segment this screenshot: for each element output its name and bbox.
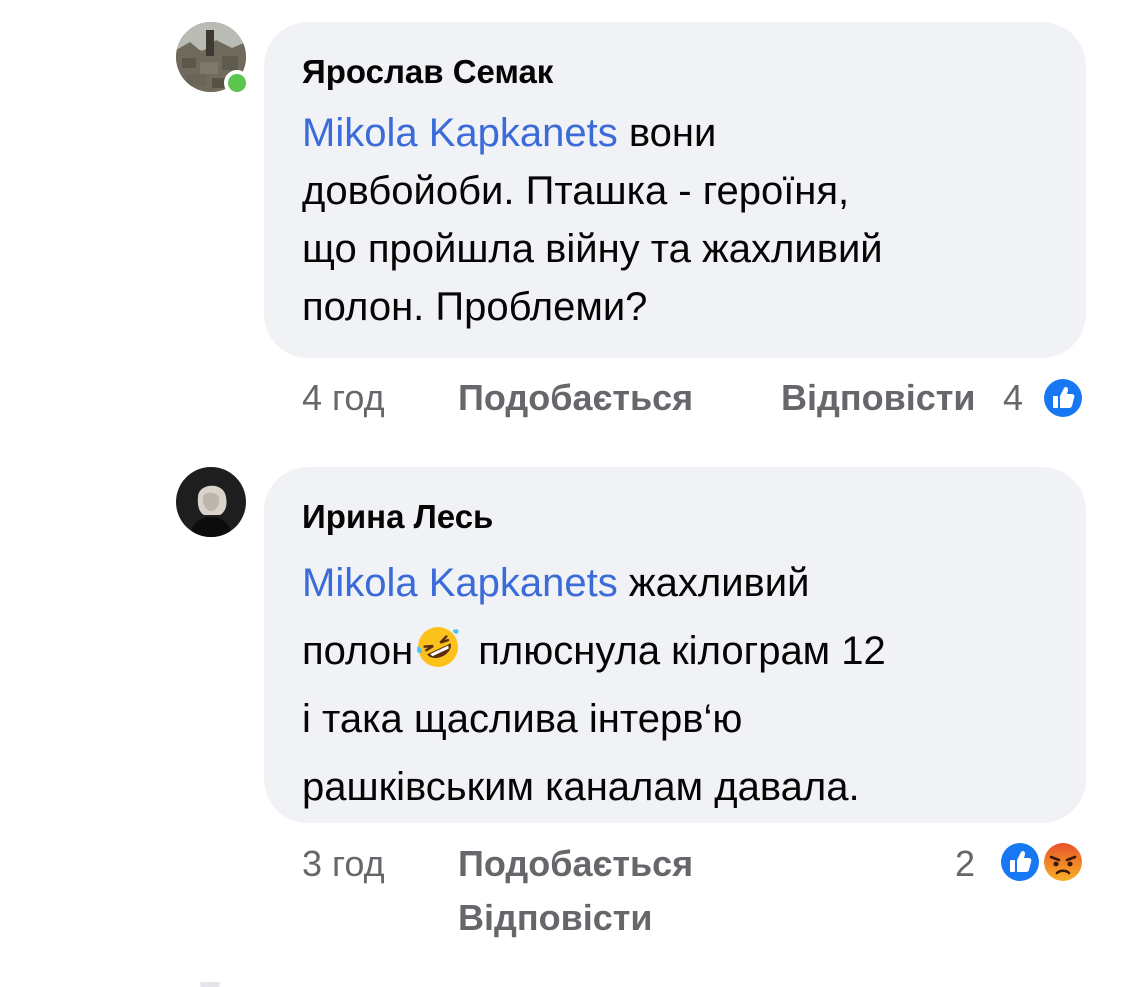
angry-face-icon[interactable] <box>1040 839 1086 885</box>
comment-line-4: рашківським каналам давала. <box>302 765 860 809</box>
comment-text: Mikola Kapkanets вони довбойоби. Пташка … <box>302 104 883 336</box>
comment-text-segment: плюснула кілограм 12 <box>467 629 886 673</box>
comment-line-2: полон плюснула кілограм 12 <box>302 617 886 685</box>
comment-bubble: Ирина Лесь Mikola Kapkanets жахливий пол… <box>264 467 1086 823</box>
comment-timestamp[interactable]: 4 год <box>302 377 385 419</box>
comment-text-segment: вони <box>617 111 717 155</box>
reply-button[interactable]: Відповісти <box>458 897 653 939</box>
reaction-count[interactable]: 4 <box>1003 377 1023 419</box>
reaction-count[interactable]: 2 <box>955 843 975 885</box>
comment-author[interactable]: Ярослав Семак <box>302 52 553 92</box>
like-button[interactable]: Подобається <box>458 843 693 885</box>
avatar-image <box>176 467 246 537</box>
avatar[interactable] <box>176 467 246 537</box>
like-icon[interactable] <box>1040 375 1086 421</box>
comment-text: Mikola Kapkanets жахливий полон плюснула… <box>302 549 886 821</box>
next-comment-edge <box>200 982 220 987</box>
comment-text-segment: жахливий <box>617 561 810 605</box>
comment-line-3: що пройшла війну та жахливий <box>302 227 883 271</box>
comment-text-segment: полон <box>302 629 414 673</box>
comment-author[interactable]: Ирина Лесь <box>302 497 493 537</box>
comment-line-2: довбойоби. Пташка - героїня, <box>302 169 850 213</box>
mention-link[interactable]: Mikola Kapkanets <box>302 111 618 155</box>
comment-line-3: і така щаслива інтерв‘ю <box>302 697 743 741</box>
mention-link[interactable]: Mikola Kapkanets <box>302 561 618 605</box>
comment-line-4: полон. Проблеми? <box>302 285 648 329</box>
rolling-on-floor-laughing-emoji <box>415 623 461 669</box>
online-status-indicator <box>224 70 250 96</box>
comment-line-1: Mikola Kapkanets вони <box>302 104 883 162</box>
comment-bubble: Ярослав Семак Mikola Kapkanets вони довб… <box>264 22 1086 358</box>
like-button[interactable]: Подобається <box>458 377 693 419</box>
reply-button[interactable]: Відповісти <box>781 377 976 419</box>
avatar[interactable] <box>176 22 250 96</box>
comment-timestamp[interactable]: 3 год <box>302 843 385 885</box>
comment-line-1: Mikola Kapkanets жахливий <box>302 549 886 617</box>
like-icon[interactable] <box>997 839 1043 885</box>
